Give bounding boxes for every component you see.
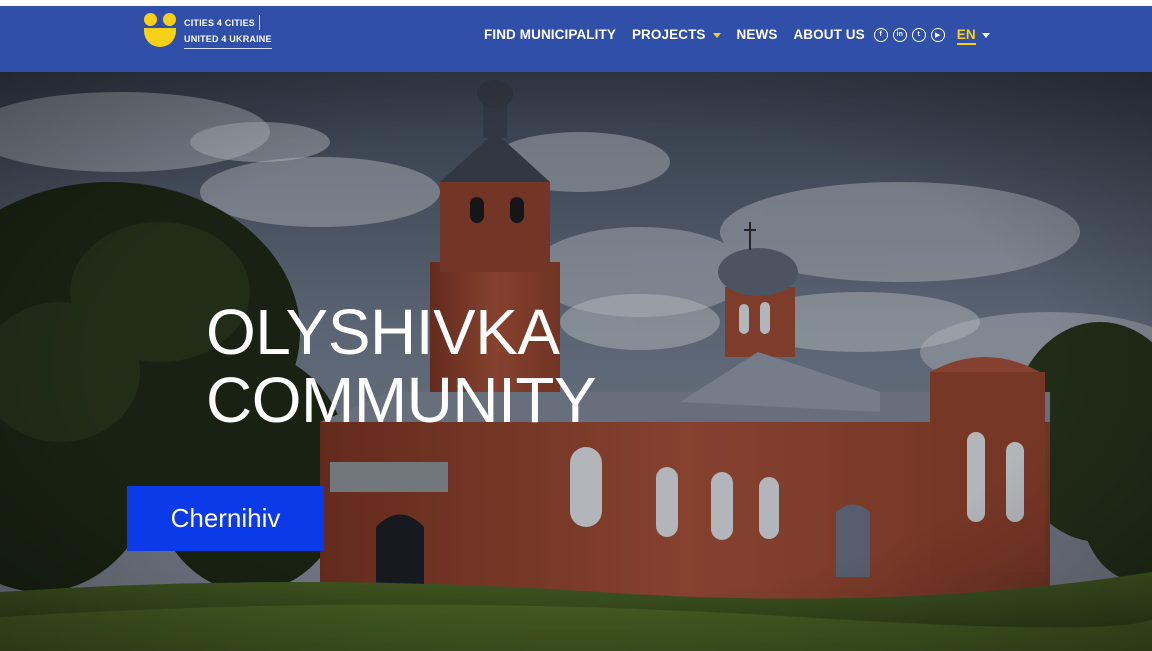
hero-title: OLYSHIVKA COMMUNITY <box>206 296 597 436</box>
language-label: EN <box>956 27 976 45</box>
logo-mark-icon <box>142 13 178 49</box>
linkedin-icon[interactable]: in <box>892 27 907 42</box>
main-nav: FIND MUNICIPALITY PROJECTS NEWS ABOUT US… <box>484 27 990 45</box>
chevron-down-icon <box>712 32 721 38</box>
youtube-icon[interactable]: ▶ <box>930 27 945 42</box>
nav-news[interactable]: NEWS <box>737 27 778 42</box>
nav-find-municipality[interactable]: FIND MUNICIPALITY <box>484 27 616 42</box>
nav-projects[interactable]: PROJECTS <box>632 27 721 42</box>
site-header: CITIES 4 CITIES UNITED 4 UKRAINE FIND MU… <box>0 6 1152 72</box>
nav-projects-label: PROJECTS <box>631 27 706 42</box>
site-logo[interactable]: CITIES 4 CITIES UNITED 4 UKRAINE <box>142 13 272 49</box>
nav-about-us[interactable]: ABOUT US <box>793 27 864 42</box>
facebook-icon[interactable]: f <box>873 27 888 42</box>
language-selector[interactable]: EN <box>945 27 990 45</box>
logo-text: CITIES 4 CITIES UNITED 4 UKRAINE <box>184 15 272 49</box>
twitter-icon[interactable]: t <box>911 27 926 42</box>
logo-line-1: CITIES 4 CITIES <box>184 15 261 30</box>
region-badge[interactable]: Chernihiv <box>127 486 324 551</box>
chevron-down-icon <box>981 32 990 38</box>
page: CITIES 4 CITIES UNITED 4 UKRAINE FIND MU… <box>0 0 1152 651</box>
hero-section: OLYSHIVKA COMMUNITY Chernihiv <box>0 72 1152 651</box>
logo-line-2: UNITED 4 UKRAINE <box>184 31 272 49</box>
social-links: f in t ▶ <box>869 27 945 42</box>
